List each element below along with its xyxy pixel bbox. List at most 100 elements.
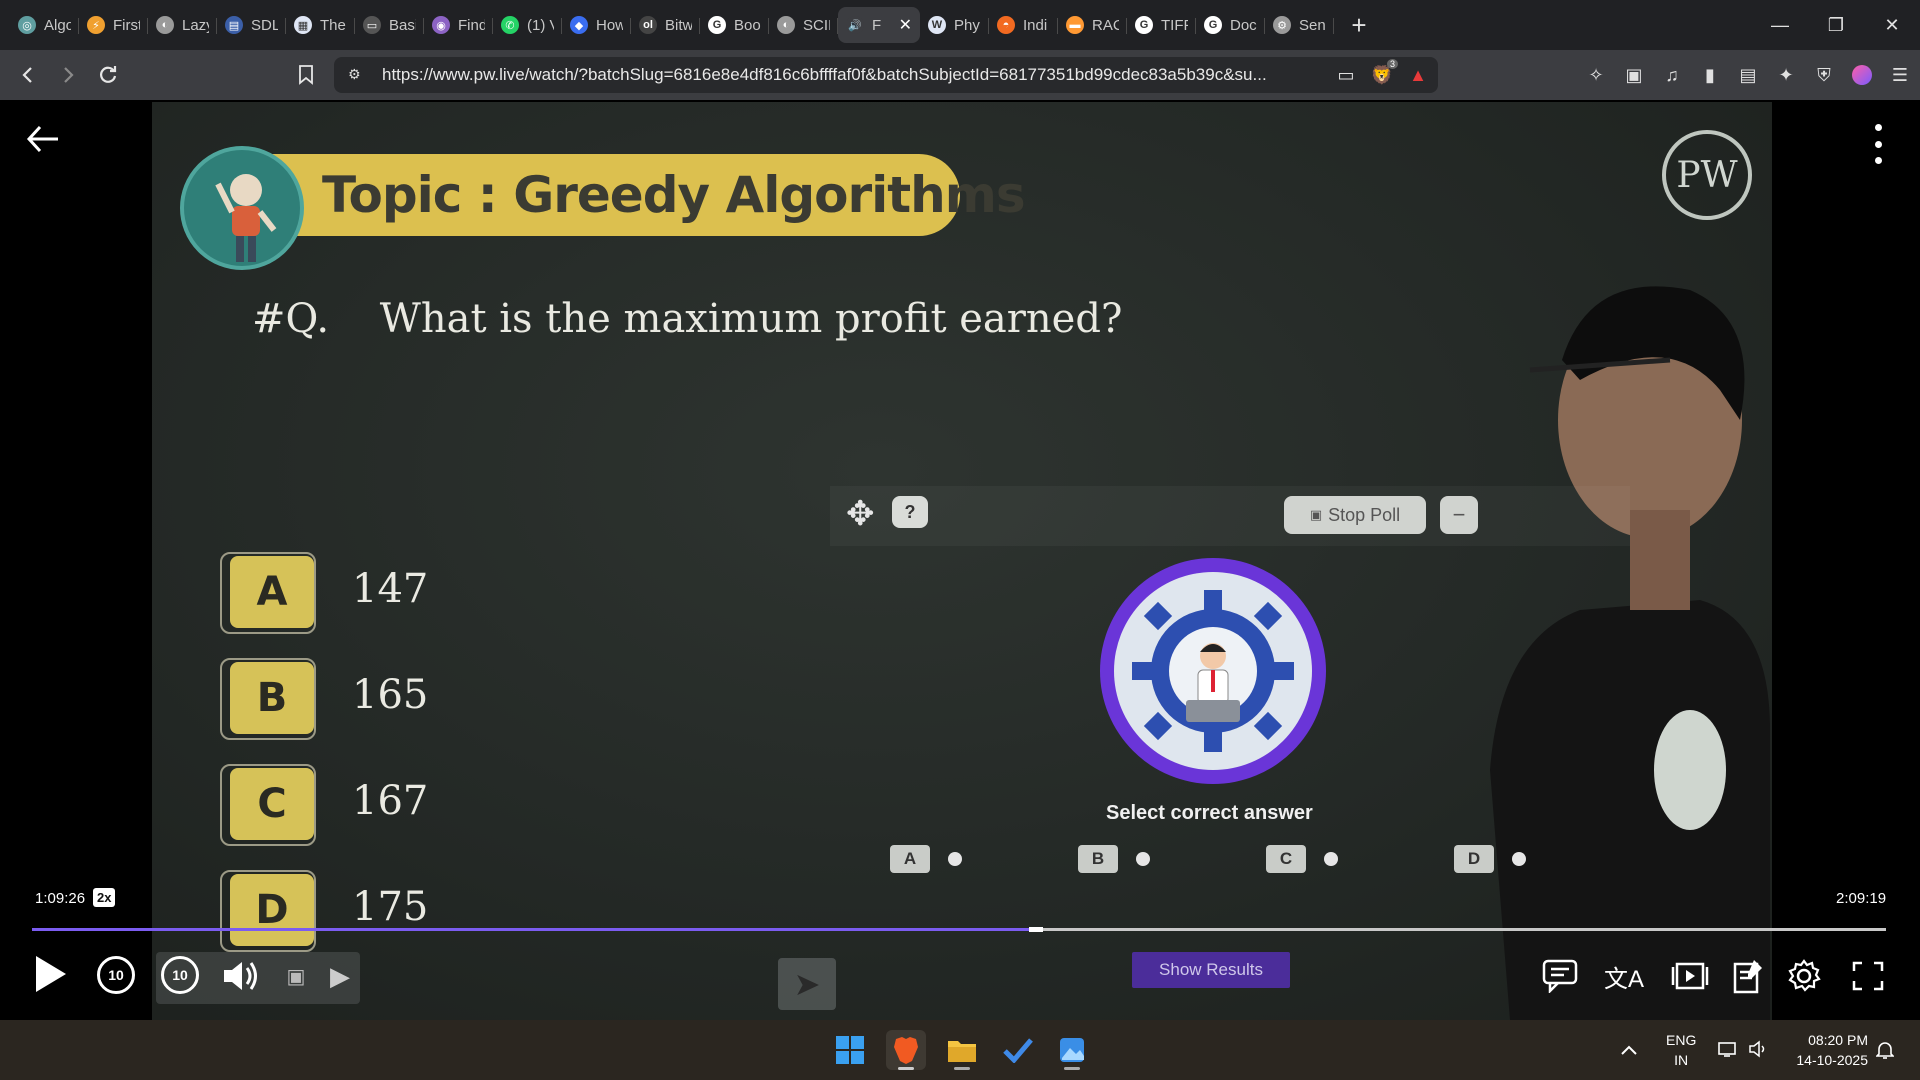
poll-toolbar xyxy=(830,486,1630,546)
address-bar[interactable]: ⚙ https://www.pw.live/watch/?batchSlug=6… xyxy=(334,57,1438,93)
vpn-icon[interactable]: ⛨ xyxy=(1814,65,1834,85)
skip-forward-button[interactable]: 10 xyxy=(161,956,199,994)
browser-tab[interactable]: ▤ SDL xyxy=(217,7,286,43)
tray-overflow-icon[interactable] xyxy=(1620,1020,1638,1080)
next-icon[interactable]: ▶ xyxy=(320,956,360,996)
seek-bar[interactable] xyxy=(32,927,1886,932)
poll-option[interactable]: C xyxy=(1266,844,1338,874)
browser-toolbar: ⚙ https://www.pw.live/watch/?batchSlug=6… xyxy=(0,50,1920,100)
browser-tab[interactable]: 🔊 F ✕ xyxy=(838,7,920,43)
site-settings-icon[interactable]: ⚙ xyxy=(348,66,361,83)
tab-label: Boo xyxy=(734,16,761,34)
video-mode-icon[interactable] xyxy=(1670,956,1710,996)
minimize-poll-button[interactable]: − xyxy=(1440,496,1478,534)
tab-favicon-icon: ▬ xyxy=(1066,16,1084,34)
seek-bar-handle[interactable] xyxy=(1029,927,1044,932)
back-icon[interactable] xyxy=(8,55,48,95)
poll-option[interactable]: D xyxy=(1454,844,1526,874)
browser-tab[interactable]: ✆ (1) V xyxy=(493,7,562,43)
poll-radio[interactable] xyxy=(948,852,962,866)
poll-option[interactable]: B xyxy=(1078,844,1150,874)
browser-tab[interactable]: ◐ SCII xyxy=(769,7,838,43)
browser-tab[interactable]: ⚙ Sen xyxy=(1265,7,1334,43)
system-tray[interactable] xyxy=(1718,1020,1768,1080)
poll-radio[interactable] xyxy=(1512,852,1526,866)
player-back-icon[interactable] xyxy=(26,124,60,163)
clock-date: 14-10-2025 xyxy=(1796,1052,1868,1068)
extensions-icon[interactable]: ✧ xyxy=(1586,65,1606,85)
language-indicator[interactable]: ENG IN xyxy=(1666,1030,1696,1070)
browser-tab[interactable]: ▭ Basi xyxy=(355,7,424,43)
new-tab-button[interactable]: + xyxy=(1344,10,1374,41)
help-button[interactable]: ? xyxy=(892,496,928,528)
browser-tab[interactable]: G TIFF xyxy=(1127,7,1196,43)
restore-button[interactable]: ❐ xyxy=(1808,0,1864,50)
bookmark-icon[interactable] xyxy=(286,55,326,95)
screenshot-icon[interactable]: ▣ xyxy=(276,956,316,996)
notification-bell-icon[interactable] xyxy=(1876,1020,1894,1080)
skip-forward-label: 10 xyxy=(172,967,188,983)
browser-tab[interactable]: ◓ Indi xyxy=(989,7,1058,43)
chat-icon[interactable] xyxy=(1540,956,1580,996)
more-options-icon[interactable] xyxy=(1868,124,1888,164)
notes-icon[interactable] xyxy=(1728,956,1768,996)
tab-label: Find xyxy=(458,16,485,34)
file-explorer-icon[interactable] xyxy=(942,1030,982,1070)
brave-taskbar-icon[interactable] xyxy=(886,1030,926,1070)
play-button[interactable] xyxy=(36,956,66,992)
tab-favicon-icon: ◓ xyxy=(997,16,1015,34)
wallet-icon[interactable]: ▤ xyxy=(1738,65,1758,85)
tab-label: (1) V xyxy=(527,16,554,34)
skip-back-button[interactable]: 10 xyxy=(97,956,135,994)
browser-tab[interactable]: ol Bitw xyxy=(631,7,700,43)
brave-shields-icon[interactable]: 🦁 3 xyxy=(1371,59,1398,85)
close-window-button[interactable]: ✕ xyxy=(1864,0,1920,50)
forward-icon[interactable] xyxy=(48,55,88,95)
tab-close-icon[interactable]: ✕ xyxy=(899,15,912,35)
browser-tab[interactable]: ▦ The xyxy=(286,7,355,43)
browser-tab[interactable]: W Phy xyxy=(920,7,989,43)
media-icon[interactable]: ♫ xyxy=(1662,65,1682,85)
option-letter: A xyxy=(230,556,314,628)
question-text: What is the maximum profit earned? xyxy=(379,296,1123,342)
pointer-tool-icon[interactable]: ➤ xyxy=(778,958,836,1010)
video-player[interactable]: Topic : Greedy Algorithms PW #Q. What is… xyxy=(0,100,1920,1020)
reader-mode-icon[interactable]: ▣ xyxy=(1624,65,1644,85)
reload-icon[interactable] xyxy=(88,55,128,95)
leo-ai-icon[interactable]: ✦ xyxy=(1776,65,1796,85)
photos-icon[interactable] xyxy=(1052,1030,1092,1070)
browser-tab[interactable]: G Boo xyxy=(700,7,769,43)
brave-rewards-icon[interactable]: ▲ xyxy=(1408,65,1428,85)
minimize-button[interactable]: — xyxy=(1752,0,1808,50)
active-indicator xyxy=(898,1067,914,1070)
settings-gear-icon[interactable] xyxy=(1784,956,1824,996)
tab-label: How xyxy=(596,16,623,34)
browser-tab[interactable]: ◎ Algo xyxy=(10,7,79,43)
poll-radio[interactable] xyxy=(1324,852,1338,866)
start-icon[interactable] xyxy=(830,1030,870,1070)
poll-option[interactable]: A xyxy=(890,844,962,874)
option-badge: B xyxy=(220,658,320,740)
show-results-button[interactable]: Show Results xyxy=(1132,952,1290,988)
browser-tab[interactable]: ▬ RAC xyxy=(1058,7,1127,43)
move-icon[interactable]: ✥ xyxy=(846,494,875,534)
profile-avatar-icon[interactable] xyxy=(1852,65,1872,85)
menu-icon[interactable]: ☰ xyxy=(1890,65,1910,85)
cast-icon[interactable]: ▭ xyxy=(1336,65,1356,85)
poll-radio[interactable] xyxy=(1136,852,1150,866)
browser-tab[interactable]: ⚡ First xyxy=(79,7,148,43)
window-controls: — ❐ ✕ xyxy=(1752,0,1920,50)
taskbar-clock[interactable]: 08:20 PM 14-10-2025 xyxy=(1786,1030,1868,1070)
playback-speed-badge[interactable]: 2x xyxy=(93,888,116,907)
fullscreen-icon[interactable] xyxy=(1848,956,1888,996)
todo-icon[interactable] xyxy=(998,1030,1038,1070)
sidebar-icon[interactable]: ▮ xyxy=(1700,65,1720,85)
browser-tab[interactable]: ◐ Lazy xyxy=(148,7,217,43)
translate-icon[interactable]: 文A xyxy=(1604,956,1644,996)
option-letter: D xyxy=(230,874,314,946)
browser-tab[interactable]: ◆ How xyxy=(562,7,631,43)
volume-icon[interactable] xyxy=(220,956,260,996)
browser-tab[interactable]: ◉ Find xyxy=(424,7,493,43)
browser-tab[interactable]: G Doc xyxy=(1196,7,1265,43)
stop-poll-button[interactable]: ▣ Stop Poll xyxy=(1284,496,1426,534)
